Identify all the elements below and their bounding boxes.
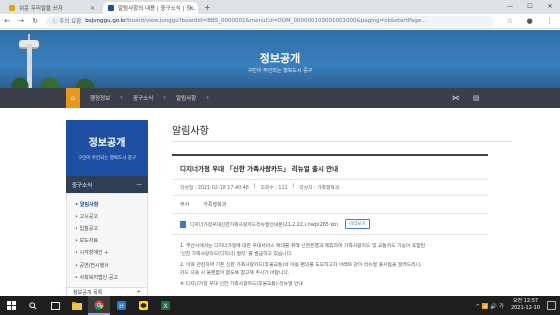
hangul-icon[interactable]: H bbox=[110, 296, 132, 315]
address-toolbar: ← → ↻ ⓘ 주의 요함 bsjunggu.go.kr /board/view… bbox=[0, 14, 560, 29]
sidebar-section-header[interactable]: 중구소식 — bbox=[66, 176, 148, 193]
browser-tab-bar: 쉬운 우리말을 쓰자 ✕ 알림사항의 내용 | 중구소식 | 정... ✕ + … bbox=[0, 0, 560, 14]
print-icon[interactable]: ▤ bbox=[473, 94, 480, 102]
sidebar-item-announcements[interactable]: • 고시공고 bbox=[67, 210, 147, 222]
menu-icon[interactable]: ⋮ bbox=[546, 17, 553, 25]
browser-tab-2[interactable]: 알림사항의 내용 | 중구소식 | 정... ✕ bbox=[103, 2, 198, 14]
sidebar-item-events[interactable]: • 공연/전시행사 bbox=[67, 259, 147, 271]
tab-favicon-icon bbox=[108, 5, 114, 11]
tab-title: 쉬운 우리말을 쓰자 bbox=[19, 6, 63, 12]
dept-label: 부서 bbox=[180, 202, 190, 208]
close-window-button[interactable]: ✕ bbox=[540, 0, 560, 14]
svg-text:X: X bbox=[163, 303, 168, 310]
chevron-down-icon: ▾ bbox=[206, 95, 209, 101]
chevron-down-icon: ▾ bbox=[163, 95, 166, 101]
sidebar-item-welfare[interactable]: • 사회복지법인 공고 bbox=[67, 271, 147, 283]
post-views: 조회수 : 112 bbox=[260, 186, 288, 191]
chevron-down-icon: ▾ bbox=[120, 95, 123, 101]
body-paragraph: 2. 이와 관련하여 기존 신한 가족사랑카드(후불교통)의 이용 편의를 도모… bbox=[180, 263, 422, 276]
windows-logo-icon[interactable] bbox=[0, 296, 22, 315]
dept-row: 부서 가족행복과 bbox=[172, 196, 488, 214]
banner-subtitle: 구민이 주인되는 행복도시 중구 bbox=[247, 68, 313, 74]
home-icon[interactable]: ⌂ bbox=[66, 88, 80, 108]
post-date: 작성일 : 2021-02-18 17:40:46 bbox=[180, 186, 249, 191]
url-path: /board/view.junggu?boardId=BBS_0000001&m… bbox=[126, 18, 427, 24]
sidebar-item-visual-impaired[interactable]: • 시각장애인 + bbox=[67, 247, 147, 259]
sidebar-item-notices[interactable]: • 알림사항 bbox=[67, 198, 147, 210]
share-icon[interactable]: ⋈ bbox=[452, 94, 459, 102]
sidebar-menu: • 알림사항 • 고시공고 • 입찰공고 • 보도자료 • 시각장애인 + • … bbox=[66, 193, 148, 289]
post-meta: 작성일 : 2021-02-18 17:40:46 | 조회수 : 112 | … bbox=[172, 179, 488, 196]
window-controls: — ☐ ✕ bbox=[500, 0, 560, 14]
task-view-icon[interactable] bbox=[44, 296, 66, 315]
kakaotalk-icon[interactable] bbox=[132, 296, 154, 315]
maximize-button[interactable]: ☐ bbox=[520, 0, 540, 14]
divider bbox=[172, 141, 512, 142]
url-domain: bsjunggu.go.kr bbox=[85, 18, 127, 24]
url-input[interactable]: ⓘ 주의 요함 bsjunggu.go.kr /board/view.jungg… bbox=[46, 15, 494, 27]
page-title: 알림사항 bbox=[172, 126, 209, 137]
preview-button[interactable]: 미리보기 bbox=[345, 219, 370, 229]
file-icon bbox=[180, 220, 186, 228]
breadcrumb-item[interactable]: 중구소식 ▾ bbox=[133, 88, 166, 108]
trees-illustration bbox=[0, 76, 110, 88]
taskbar: H X ^ 📶 🔊 가 오전 12:57 2021-12-10 bbox=[0, 296, 560, 315]
breadcrumb-item[interactable]: 알림사항 ▾ bbox=[176, 88, 209, 108]
breadcrumb-label: 행정정보 bbox=[90, 96, 111, 102]
file-explorer-icon[interactable] bbox=[66, 296, 88, 315]
sidebar-section-label: 중구소식 bbox=[72, 182, 93, 189]
sidebar-item-bids[interactable]: • 입찰공고 bbox=[67, 222, 147, 234]
security-warning-label[interactable]: ⓘ 주의 요함 bbox=[52, 17, 81, 25]
sidebar-bottom-label: 정보공개 목록 bbox=[73, 289, 103, 296]
breadcrumb-label: 알림사항 bbox=[176, 96, 197, 102]
site-banner: 정보공개 구민이 주인되는 행복도시 중구 bbox=[0, 30, 560, 88]
tab-close-icon[interactable]: ✕ bbox=[90, 5, 95, 12]
collapse-icon[interactable]: — bbox=[137, 182, 143, 188]
bookmark-star-icon[interactable]: ☆ bbox=[507, 17, 513, 25]
svg-text:H: H bbox=[119, 303, 124, 310]
post-author: 작성자 : 가족행복과 bbox=[299, 186, 340, 191]
breadcrumb-label: 중구소식 bbox=[133, 96, 154, 102]
breadcrumb-item[interactable]: 행정정보 ▾ bbox=[90, 88, 123, 108]
chrome-icon[interactable] bbox=[88, 296, 110, 315]
tab-favicon-icon bbox=[9, 5, 15, 11]
body-paragraph: 1. 부산시에서는 디지너가정에 대한 우대서비스 확대를 위해 신한은행과 제… bbox=[180, 244, 426, 257]
clock[interactable]: 오전 12:57 2021-12-10 bbox=[511, 298, 540, 312]
back-arrow-icon[interactable]: ← bbox=[0, 17, 14, 25]
attachment-row: 디지너가정우대신한가족사랑카드리뉴얼안내문(21.2.22.).hwp(265 … bbox=[172, 214, 488, 235]
post-body: 1. 부산시에서는 디지너가정에 대한 우대서비스 확대를 위해 신한은행과 제… bbox=[172, 235, 488, 289]
expand-icon[interactable]: + bbox=[137, 289, 141, 295]
reload-icon[interactable]: ↻ bbox=[28, 17, 42, 25]
toolbar-actions: ☆ ● ⋮ bbox=[500, 17, 560, 25]
banner-title: 정보공개 bbox=[259, 52, 301, 65]
attachment-link[interactable]: 디지너가정우대신한가족사랑카드리뉴얼안내문(21.2.22.).hwp(265 … bbox=[190, 221, 338, 228]
excel-icon[interactable]: X bbox=[154, 296, 176, 315]
sidebar-title: 정보공개 bbox=[88, 138, 126, 149]
system-tray[interactable]: ^ 📶 🔊 가 bbox=[475, 296, 504, 315]
sidebar-subtitle: 구민이 주인되는 행복도시 중구 bbox=[77, 156, 137, 161]
page-tools: ⋈ ▤ bbox=[452, 88, 480, 108]
minimize-button[interactable]: — bbox=[500, 0, 520, 14]
notification-icon[interactable] bbox=[547, 301, 556, 310]
tab-title: 알림사항의 내용 | 중구소식 | 정... bbox=[118, 6, 197, 12]
forward-arrow-icon[interactable]: → bbox=[14, 17, 28, 25]
sidebar-item-press[interactable]: • 보도자료 bbox=[67, 235, 147, 247]
tab-close-icon[interactable]: ✕ bbox=[189, 5, 194, 12]
post-view: 디지너가정 우대 「신한 가족사랑카드」 리뉴얼 출시 안내 작성일 : 202… bbox=[172, 154, 488, 292]
search-icon[interactable] bbox=[22, 296, 44, 315]
body-paragraph: ※ 디지너가정 우대 신한 가족사랑카드(후불교통) 리뉴얼 안내 bbox=[180, 282, 303, 287]
breadcrumb: ⌂ 행정정보 ▾ 중구소식 ▾ 알림사항 ▾ ⋈ ▤ bbox=[0, 88, 560, 108]
new-tab-button[interactable]: + bbox=[204, 2, 211, 14]
browser-tab-1[interactable]: 쉬운 우리말을 쓰자 ✕ bbox=[4, 2, 99, 14]
post-title: 디지너가정 우대 「신한 가족사랑카드」 리뉴얼 출시 안내 bbox=[180, 165, 339, 173]
profile-icon[interactable]: ● bbox=[527, 17, 533, 25]
sidebar-header: 정보공개 구민이 주인되는 행복도시 중구 bbox=[66, 120, 148, 176]
dept-value: 가족행복과 bbox=[203, 202, 227, 208]
